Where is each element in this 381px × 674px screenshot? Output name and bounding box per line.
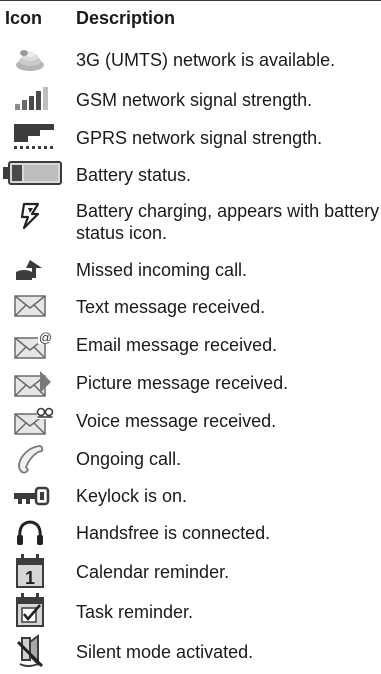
table-row: Battery status. [0,156,381,192]
task-reminder-icon [10,592,60,627]
table-row: 3G (UMTS) network is available. [0,40,381,80]
gprs-signal-icon [10,122,60,152]
table-row: Ongoing call. [0,440,381,478]
table-row: Text message received. [0,288,381,326]
table-row: GSM network signal strength. [0,80,381,118]
row-description: Text message received. [76,297,266,317]
row-description: Email message received. [76,335,278,355]
table-row: Voice message received. [0,402,381,440]
row-description: Voice message received. [76,411,277,431]
row-description: Handsfree is connected. [76,523,271,543]
row-description: Ongoing call. [76,449,182,469]
table-row: @ Email message received. [0,326,381,364]
table-row: Handsfree is connected. [0,514,381,552]
header-icon-label: Icon [5,8,43,28]
row-description: GSM network signal strength. [76,90,313,110]
table-row: Picture message received. [0,364,381,402]
gsm-signal-icon [10,86,60,116]
table-row: GPRS network signal strength. [0,118,381,156]
text-message-icon [10,292,60,322]
table-row: Keylock is on. [0,478,381,514]
row-description: Battery charging, appears with battery s… [76,201,380,243]
table-row: Silent mode activated. [0,632,381,674]
row-description: GPRS network signal strength. [76,128,323,148]
ongoing-call-icon [10,443,60,474]
calendar-reminder-icon: 1 [10,553,60,588]
handsfree-icon [10,517,60,547]
silent-mode-icon [10,634,60,668]
header-description-label: Description [76,8,176,28]
missed-call-icon [10,256,60,286]
battery-charging-icon [10,200,60,230]
row-description: Silent mode activated. [76,642,254,662]
email-message-icon: @ [10,330,60,360]
row-description: Calendar reminder. [76,562,230,582]
row-description: Keylock is on. [76,486,188,506]
svg-text:@: @ [39,330,52,345]
table-row: 1 Calendar reminder. [0,552,381,592]
battery-icon [2,160,66,190]
3g-network-icon [10,43,60,73]
table-row: Missed incoming call. [0,252,381,288]
table-row: Battery charging, appears with battery s… [0,192,381,252]
row-description: Battery status. [76,165,192,185]
icon-table: Icon Description 3G (UMTS) network is av… [0,0,381,674]
row-description: 3G (UMTS) network is available. [76,50,336,70]
row-description: Task reminder. [76,602,194,622]
picture-message-icon [10,368,60,398]
top-rule [0,0,381,1]
row-description: Missed incoming call. [76,260,248,280]
keylock-icon [10,484,60,514]
voice-message-icon [10,406,60,436]
table-row: Task reminder. [0,592,381,632]
svg-text:1: 1 [25,568,35,588]
row-description: Picture message received. [76,373,289,393]
table-header: Icon Description [0,6,381,34]
